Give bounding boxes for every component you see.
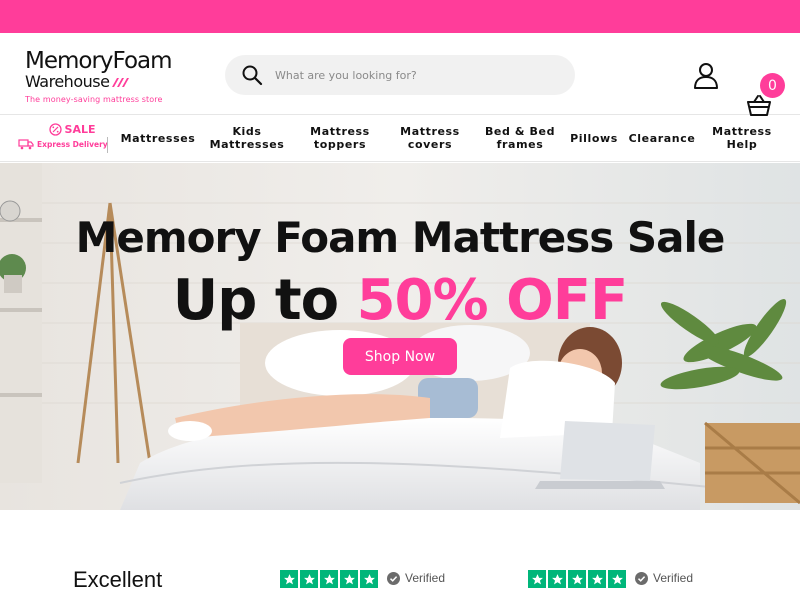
nav-item-mattress-covers[interactable]: Mattress covers	[394, 125, 466, 151]
account-icon[interactable]	[692, 61, 720, 89]
star-icon	[320, 570, 338, 588]
verified-label: Verified	[405, 571, 446, 585]
star-icon	[588, 570, 606, 588]
logo-tagline: The money-saving mattress store	[25, 95, 163, 104]
logo[interactable]: MemoryFoam Warehouse The money-saving ma…	[25, 49, 195, 111]
nav-item-label: Mattress	[400, 125, 460, 138]
cart-count-badge[interactable]: 0	[760, 73, 785, 98]
rating-label: Excellent	[73, 567, 163, 592]
star-rating-2	[528, 570, 628, 588]
search-input[interactable]	[275, 68, 555, 82]
nav-item-kids-mattresses[interactable]: Kids Mattresses	[206, 125, 288, 151]
nav-item-label: Bed & Bed	[484, 125, 556, 138]
star-icon	[608, 570, 626, 588]
nav-item-label: Pillows	[570, 132, 618, 145]
search-bar[interactable]	[225, 55, 575, 95]
nav-sale[interactable]: SALE Express Delivery	[18, 123, 110, 155]
nav-item-label: Mattress	[712, 125, 772, 138]
star-icon	[280, 570, 298, 588]
verified-icon	[635, 571, 648, 585]
sale-label: SALE	[64, 123, 96, 136]
sale-row: SALE	[34, 123, 110, 136]
nav-item-label: Mattresses	[120, 132, 196, 145]
star-icon	[528, 570, 546, 588]
hero-title: Memory Foam Mattress Sale	[75, 213, 726, 262]
nav-item-mattress-toppers[interactable]: Mattress toppers	[304, 125, 376, 151]
nav-item-label: covers	[407, 138, 453, 151]
nav-item-mattresses[interactable]: Mattresses	[119, 132, 197, 145]
nav-item-label: Mattress	[310, 125, 370, 138]
logo-name-line2: Warehouse	[25, 72, 110, 91]
star-icon	[568, 570, 586, 588]
nav-item-label: Mattresses	[209, 138, 285, 151]
hero-subtitle: Up to 50% OFF	[0, 268, 800, 333]
nav-item-label: frames	[496, 138, 544, 151]
star-icon	[300, 570, 318, 588]
truck-icon	[18, 139, 34, 150]
hero-subtitle-highlight: 50% OFF	[356, 268, 629, 333]
nav-item-pillows[interactable]: Pillows	[568, 132, 620, 145]
star-icon	[340, 570, 358, 588]
logo-name-line1: MemoryFoam	[25, 48, 173, 74]
hero-subtitle-prefix: Up to	[172, 268, 357, 333]
logo-mark-icon	[112, 77, 130, 87]
verified-badge-2: Verified	[635, 571, 693, 585]
site-header: MemoryFoam Warehouse The money-saving ma…	[0, 33, 800, 116]
verified-badge-1: Verified	[387, 571, 445, 585]
verified-icon	[387, 571, 400, 585]
nav-item-clearance[interactable]: Clearance	[626, 132, 698, 145]
star-icon	[548, 570, 566, 588]
main-nav: SALE Express Delivery Mattresses Kids Ma…	[0, 115, 800, 162]
shop-now-button[interactable]: Shop Now	[343, 338, 457, 375]
nav-item-mattress-help[interactable]: Mattress Help	[706, 125, 778, 151]
express-delivery-label: Express Delivery	[37, 140, 108, 149]
search-icon[interactable]	[241, 64, 263, 86]
nav-item-label: Kids	[232, 125, 262, 138]
star-rating-1	[280, 570, 380, 588]
promo-bar	[0, 0, 800, 33]
nav-divider	[107, 137, 108, 153]
logo-name-line2-row: Warehouse	[25, 73, 195, 91]
reviews-strip: Excellent Verified Verified	[0, 510, 800, 600]
express-row: Express Delivery	[18, 139, 110, 150]
nav-item-label: Help	[726, 138, 758, 151]
sale-icon	[48, 123, 62, 136]
verified-label: Verified	[653, 571, 694, 585]
nav-item-label: Clearance	[628, 132, 696, 145]
hero-banner: Memory Foam Mattress Sale Up to 50% OFF …	[0, 163, 800, 510]
star-icon	[360, 570, 378, 588]
nav-item-bed-frames[interactable]: Bed & Bed frames	[482, 125, 558, 151]
nav-item-label: toppers	[313, 138, 367, 151]
